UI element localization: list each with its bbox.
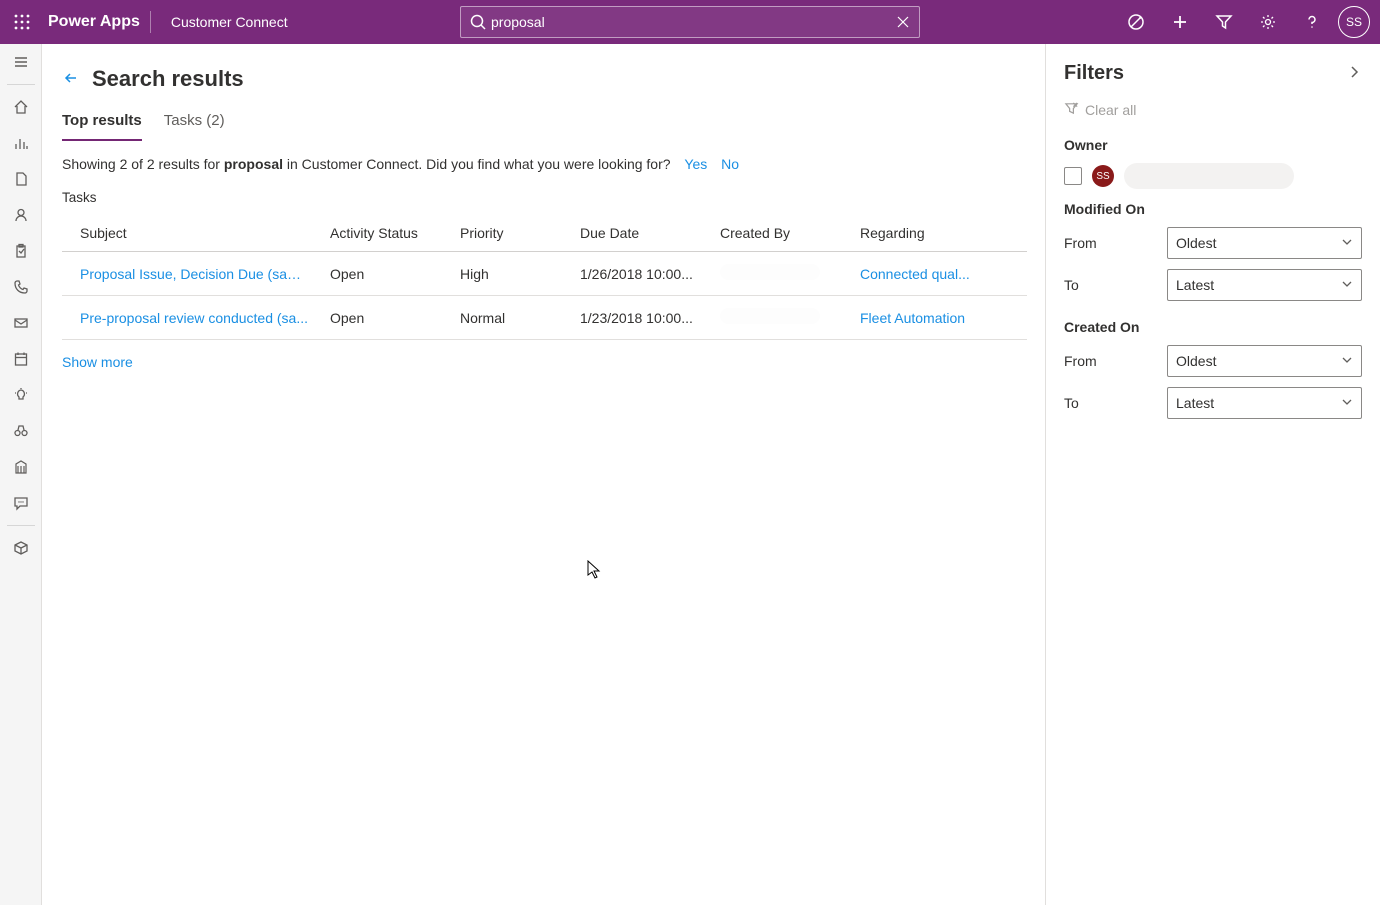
filters-collapse-button[interactable] [1346,64,1362,83]
cell-activity-status: Open [322,252,452,296]
tabs: Top results Tasks (2) [62,106,1027,142]
owner-name-redacted [1124,163,1294,189]
search-icon [469,13,487,34]
sidebar [0,44,42,905]
brand-label: Power Apps [44,13,150,31]
created-to-dropdown[interactable]: Latest [1167,387,1362,419]
created-on-label: Created On [1064,319,1362,335]
modified-to-dropdown[interactable]: Latest [1167,269,1362,301]
mail-icon[interactable] [0,305,42,341]
cell-subject-link[interactable]: Pre-proposal review conducted (sa... [80,310,308,326]
cell-activity-status: Open [322,296,452,340]
col-due-date[interactable]: Due Date [572,215,712,252]
to-label: To [1064,395,1079,411]
owner-section-label: Owner [1064,137,1362,153]
top-actions: SS [1114,0,1380,44]
summary-query: proposal [224,156,283,172]
results-summary: Showing 2 of 2 results for proposal in C… [62,156,1027,172]
cell-regarding-link[interactable]: Connected qual... [860,266,970,282]
sidebar-divider [7,525,35,526]
search-clear-button[interactable] [893,12,913,35]
section-label: Tasks [62,190,1027,205]
lightbulb-icon[interactable] [0,377,42,413]
cell-priority: Normal [452,296,572,340]
owner-checkbox[interactable] [1064,167,1082,185]
search-box[interactable] [460,6,920,38]
document-icon[interactable] [0,161,42,197]
package-icon[interactable] [0,530,42,566]
owner-filter-row: SS [1064,163,1362,189]
owner-avatar: SS [1092,165,1114,187]
tab-top-results[interactable]: Top results [62,106,142,141]
filter-icon[interactable] [1202,0,1246,44]
search-container [460,6,920,38]
feedback-yes[interactable]: Yes [684,156,707,172]
summary-post: in Customer Connect. Did you find what y… [283,156,671,172]
calendar-icon[interactable] [0,341,42,377]
cell-subject-link[interactable]: Proposal Issue, Decision Due (sampl... [80,266,310,282]
page-title: Search results [92,66,244,92]
dropdown-value: Latest [1176,395,1214,411]
settings-icon[interactable] [1246,0,1290,44]
cell-created-by [712,252,852,296]
from-label: From [1064,235,1097,251]
filters-panel: Filters Clear all Owner SS Modified On F… [1045,44,1380,905]
app-launcher-button[interactable] [0,0,44,44]
clear-filter-icon [1064,101,1079,119]
show-more-link[interactable]: Show more [62,354,133,370]
tab-tasks[interactable]: Tasks (2) [164,106,225,141]
clear-all-label: Clear all [1085,102,1136,118]
profile-avatar[interactable]: SS [1338,6,1370,38]
dropdown-value: Latest [1176,277,1214,293]
target-icon[interactable] [1114,0,1158,44]
app-name-label[interactable]: Customer Connect [161,14,298,30]
col-subject[interactable]: Subject [62,215,322,252]
sidebar-hamburger[interactable] [0,44,42,80]
dropdown-value: Oldest [1176,235,1216,251]
results-table: Subject Activity Status Priority Due Dat… [62,215,1027,340]
cell-priority: High [452,252,572,296]
sidebar-divider [7,84,35,85]
main-content: Search results Top results Tasks (2) Sho… [42,44,1045,905]
add-button[interactable] [1158,0,1202,44]
person-icon[interactable] [0,197,42,233]
col-priority[interactable]: Priority [452,215,572,252]
brand-divider [150,11,151,33]
help-icon[interactable] [1290,0,1334,44]
table-row[interactable]: Pre-proposal review conducted (sa... Ope… [62,296,1027,340]
chat-icon[interactable] [0,485,42,521]
search-input[interactable] [491,14,889,30]
home-icon[interactable] [0,89,42,125]
modified-on-label: Modified On [1064,201,1362,217]
col-created-by[interactable]: Created By [712,215,852,252]
topbar: Power Apps Customer Connect SS [0,0,1380,44]
chevron-down-icon [1341,277,1353,293]
dropdown-value: Oldest [1176,353,1216,369]
cell-due-date: 1/26/2018 10:00... [572,252,712,296]
building-icon[interactable] [0,449,42,485]
clear-all-button[interactable]: Clear all [1064,101,1362,119]
chart-icon[interactable] [0,125,42,161]
col-regarding[interactable]: Regarding [852,215,1027,252]
filters-title: Filters [1064,62,1124,85]
summary-pre: Showing 2 of 2 results for [62,156,224,172]
modified-from-dropdown[interactable]: Oldest [1167,227,1362,259]
clipboard-icon[interactable] [0,233,42,269]
chevron-down-icon [1341,235,1353,251]
to-label: To [1064,277,1079,293]
chevron-down-icon [1341,395,1353,411]
back-button[interactable] [62,69,80,90]
feedback-no[interactable]: No [721,156,739,172]
cell-regarding-link[interactable]: Fleet Automation [860,310,965,326]
table-header-row: Subject Activity Status Priority Due Dat… [62,215,1027,252]
chevron-down-icon [1341,353,1353,369]
table-row[interactable]: Proposal Issue, Decision Due (sampl... O… [62,252,1027,296]
cell-due-date: 1/23/2018 10:00... [572,296,712,340]
phone-icon[interactable] [0,269,42,305]
created-from-dropdown[interactable]: Oldest [1167,345,1362,377]
binoculars-icon[interactable] [0,413,42,449]
col-activity-status[interactable]: Activity Status [322,215,452,252]
cell-created-by [712,296,852,340]
from-label: From [1064,353,1097,369]
